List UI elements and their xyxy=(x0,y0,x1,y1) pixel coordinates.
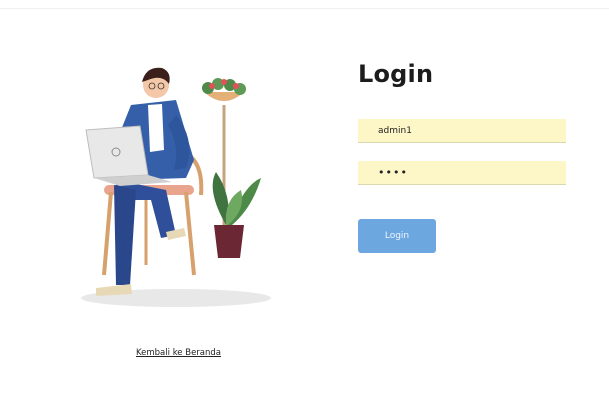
top-divider xyxy=(0,8,609,9)
password-input[interactable] xyxy=(358,161,566,185)
person-with-laptop-illustration xyxy=(81,67,271,307)
back-to-home-link[interactable]: Kembali ke Beranda xyxy=(136,348,221,358)
page-title: Login xyxy=(358,60,434,88)
username-input[interactable] xyxy=(358,119,566,143)
login-button[interactable]: Login xyxy=(358,219,436,253)
